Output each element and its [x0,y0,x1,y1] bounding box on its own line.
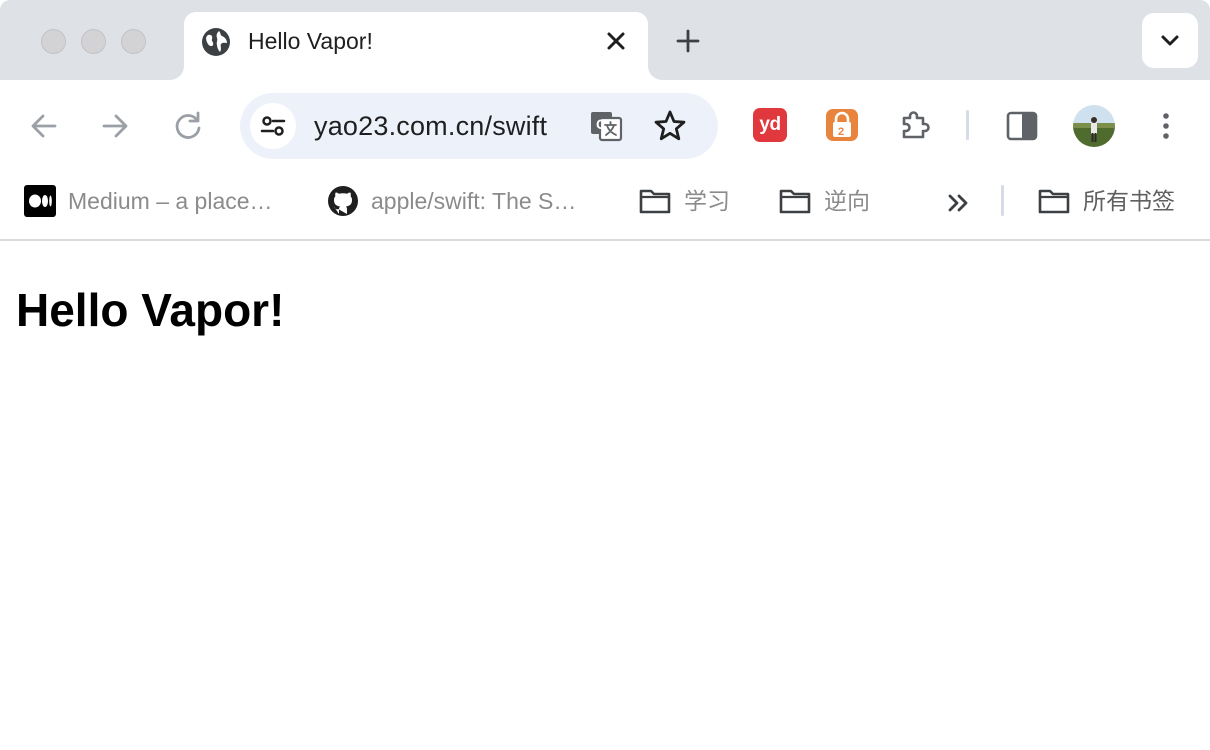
toolbar: yao23.com.cn/swift G yd 2 [0,80,1210,170]
zoom-window-button[interactable] [121,29,146,54]
reload-icon[interactable] [170,108,206,144]
side-panel-icon[interactable] [1005,109,1039,143]
profile-avatar[interactable] [1073,105,1115,147]
chevron-down-icon [1161,35,1179,46]
url-text[interactable]: yao23.com.cn/swift [314,109,547,143]
chevron-double-right-icon[interactable] [942,187,974,219]
all-bookmarks-folder[interactable]: 所有书签 [1037,184,1175,218]
new-tab-icon[interactable] [672,25,704,57]
svg-text:2: 2 [838,126,844,138]
youdao-extension-icon[interactable]: yd [753,108,787,142]
bookmark-star-icon[interactable] [652,108,688,144]
site-info-button[interactable] [250,103,296,149]
more-menu-icon[interactable] [1152,108,1180,144]
bookmark-medium[interactable]: Medium – a place… [24,184,273,218]
bookmark-label: 逆向 [824,188,870,214]
tab-title: Hello Vapor! [248,28,373,54]
page-content: Hello Vapor! [0,243,1210,750]
bookmarks-bar: Medium – a place… apple/swift: The S… 学习… [0,170,1210,241]
lock-extension-icon[interactable]: 2 [825,108,859,142]
folder-icon [639,189,671,214]
folder-icon [1038,189,1070,214]
close-tab-icon[interactable] [602,27,630,55]
globe-icon [202,28,230,56]
bookmark-folder-study[interactable]: 学习 [638,184,730,218]
bookmark-label: Medium – a place… [68,188,273,214]
tab-active[interactable]: Hello Vapor! [184,12,648,80]
forward-icon[interactable] [97,108,133,144]
bookmark-label: apple/swift: The S… [371,188,577,214]
browser-window: Hello Vapor! yao23.com.cn/swift G yd 2 M… [0,0,1210,750]
svg-text:G: G [596,116,607,132]
bookmark-label: 学习 [684,188,730,214]
address-bar[interactable]: yao23.com.cn/swift G [240,93,718,159]
medium-icon [24,185,56,217]
translate-icon[interactable]: G [588,108,624,144]
tab-search-button[interactable] [1142,13,1198,68]
all-bookmarks-label: 所有书签 [1083,188,1175,214]
toolbar-separator [966,110,969,140]
bookmark-folder-reverse[interactable]: 逆向 [778,184,870,218]
minimize-window-button[interactable] [81,29,106,54]
tab-strip: Hello Vapor! [0,0,1210,80]
bookmarks-separator [1001,185,1004,216]
puzzle-icon[interactable] [898,108,932,142]
close-window-button[interactable] [41,29,66,54]
page-heading: Hello Vapor! [16,284,285,336]
bookmark-github[interactable]: apple/swift: The S… [327,184,576,218]
github-icon [328,186,358,216]
tune-icon [260,116,286,136]
folder-icon [779,189,811,214]
back-icon[interactable] [26,108,62,144]
